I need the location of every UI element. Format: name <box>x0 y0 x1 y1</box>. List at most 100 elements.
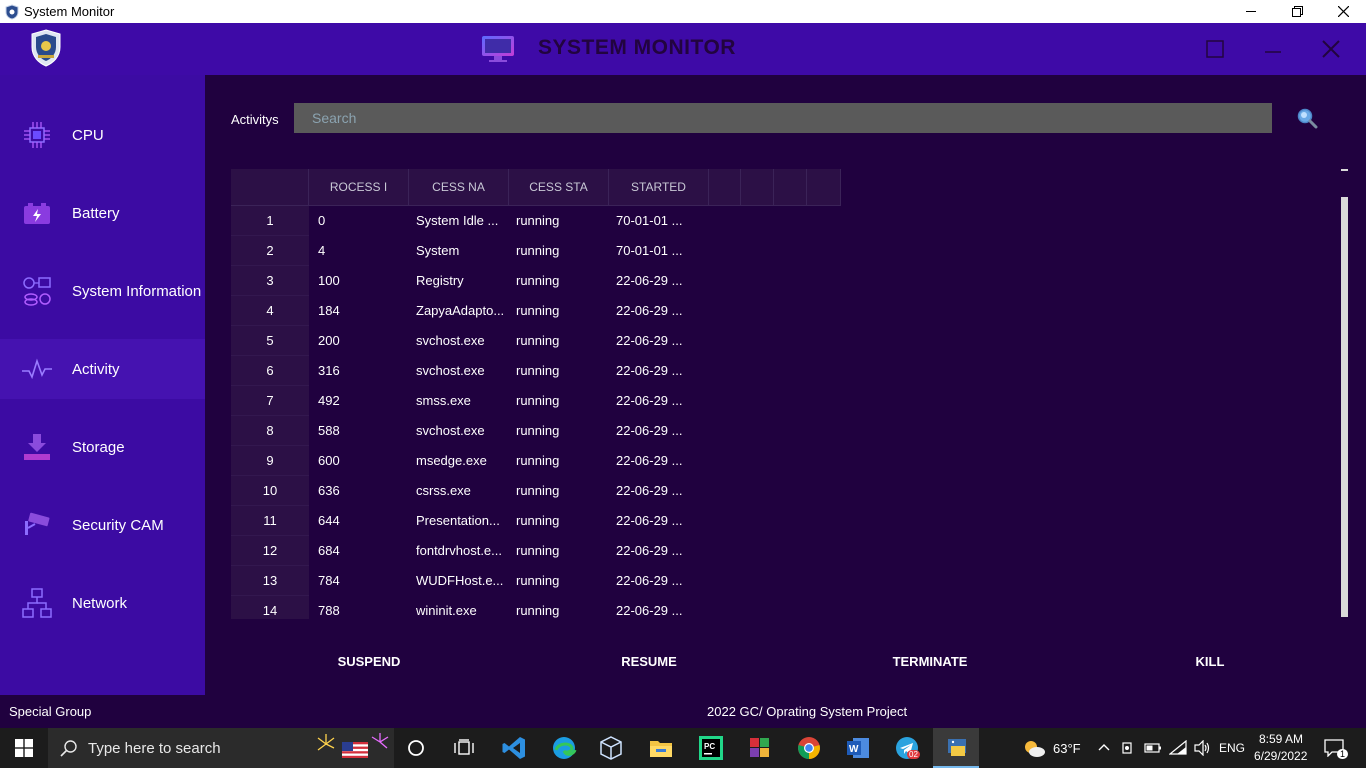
start-button[interactable] <box>0 728 48 768</box>
cell-name: Presentation... <box>416 513 500 528</box>
cell-started: 22-06-29 ... <box>616 273 683 288</box>
cell-pid: 788 <box>318 603 340 618</box>
search-icon <box>60 740 77 757</box>
row-number: 10 <box>231 476 309 506</box>
scrollbar-thumb[interactable] <box>1341 197 1348 617</box>
sidebar-item-activity[interactable]: Activity <box>0 339 205 399</box>
table-row[interactable]: 10 636 csrss.exe running 22-06-29 ... <box>231 476 841 506</box>
vscode-icon <box>502 737 525 759</box>
row-number: 5 <box>231 326 309 356</box>
table-row[interactable]: 2 4 System running 70-01-01 ... <box>231 236 841 266</box>
table-row[interactable]: 4 184 ZapyaAdapto... running 22-06-29 ... <box>231 296 841 326</box>
cell-name: svchost.exe <box>416 363 485 378</box>
close-button[interactable] <box>1320 0 1366 23</box>
sidebar-item-battery[interactable]: Battery <box>0 183 205 243</box>
word-icon: W <box>847 738 869 758</box>
app-close-button[interactable] <box>1319 37 1343 61</box>
row-number: 4 <box>231 296 309 326</box>
cell-status: running <box>516 273 560 288</box>
column-header-extra[interactable] <box>741 169 774 206</box>
battery-status-icon[interactable] <box>1144 741 1162 755</box>
python-icon <box>948 739 966 756</box>
taskbar-search[interactable]: Type here to search <box>48 728 394 768</box>
table-row[interactable]: 5 200 svchost.exe running 22-06-29 ... <box>231 326 841 356</box>
task-view-button[interactable] <box>450 734 478 762</box>
battery-icon <box>20 196 54 230</box>
cortana-circle-icon <box>408 740 424 756</box>
task-view-icon <box>454 739 474 755</box>
table-row[interactable]: 6 316 svchost.exe running 22-06-29 ... <box>231 356 841 386</box>
cell-pid: 184 <box>318 303 340 318</box>
weather-temperature[interactable]: 63°F <box>1053 741 1081 756</box>
cell-name: System Idle ... <box>416 213 499 228</box>
table-row[interactable]: 3 100 Registry running 22-06-29 ... <box>231 266 841 296</box>
clock-time[interactable]: 8:59 AM <box>1259 732 1303 746</box>
table-row[interactable]: 14 788 wininit.exe running 22-06-29 ... <box>231 596 841 619</box>
column-header-process-name[interactable]: CESS NA <box>409 169 509 206</box>
cell-pid: 600 <box>318 453 340 468</box>
minimize-icon <box>1265 51 1281 53</box>
column-header-process-id[interactable]: ROCESS I <box>309 169 409 206</box>
suspend-button[interactable]: SUSPEND <box>330 651 408 671</box>
taskbar-app-telegram[interactable]: 02 <box>893 734 921 762</box>
sidebar-item-storage[interactable]: Storage <box>0 417 205 477</box>
window-controls <box>1228 0 1366 23</box>
table-row[interactable]: 9 600 msedge.exe running 22-06-29 ... <box>231 446 841 476</box>
sidebar-item-label: Battery <box>72 204 120 222</box>
taskbar-app-word[interactable]: W <box>844 734 872 762</box>
meet-now-icon[interactable] <box>1121 740 1135 756</box>
taskbar-app-chrome[interactable] <box>795 734 823 762</box>
table-row[interactable]: 1 0 System Idle ... running 70-01-01 ... <box>231 206 841 236</box>
speaker-volume-icon[interactable] <box>1193 740 1211 756</box>
taskbar-app-edge[interactable] <box>550 734 578 762</box>
search-icon[interactable] <box>1296 107 1318 129</box>
pycharm-icon: PC <box>699 736 723 760</box>
table-row[interactable]: 11 644 Presentation... running 22-06-29 ... <box>231 506 841 536</box>
taskbar-app-winrar[interactable] <box>746 734 774 762</box>
table-row[interactable]: 13 784 WUDFHost.e... running 22-06-29 ... <box>231 566 841 596</box>
restore-button[interactable] <box>1274 0 1320 23</box>
resume-button[interactable]: RESUME <box>610 651 688 671</box>
taskbar-app-3d-viewer[interactable] <box>597 734 625 762</box>
taskbar-app-vscode[interactable] <box>500 734 528 762</box>
sidebar-item-security-cam[interactable]: Security CAM <box>0 495 205 555</box>
minimize-button[interactable] <box>1228 0 1274 23</box>
table-row[interactable]: 8 588 svchost.exe running 22-06-29 ... <box>231 416 841 446</box>
cell-status: running <box>516 453 560 468</box>
column-header-extra[interactable] <box>709 169 741 206</box>
language-indicator[interactable]: ENG <box>1219 741 1245 755</box>
taskbar-app-file-explorer[interactable] <box>647 734 675 762</box>
sidebar-item-cpu[interactable]: CPU <box>0 105 205 165</box>
cell-started: 22-06-29 ... <box>616 393 683 408</box>
weather-sun-cloud-icon[interactable] <box>1022 738 1046 758</box>
sidebar-item-system-information[interactable]: System Information <box>0 261 205 321</box>
clock-date[interactable]: 6/29/2022 <box>1254 749 1307 763</box>
table-row[interactable]: 12 684 fontdrvhost.e... running 22-06-29 ... <box>231 536 841 566</box>
maximize-button[interactable] <box>1203 37 1227 61</box>
column-header-process-status[interactable]: CESS STA <box>509 169 609 206</box>
sidebar-item-network[interactable]: Network <box>0 573 205 633</box>
sidebar-item-label: Storage <box>72 438 125 456</box>
cell-name: fontdrvhost.e... <box>416 543 502 558</box>
kill-button[interactable]: KILL <box>1180 651 1240 671</box>
telegram-badge: 02 <box>907 750 920 759</box>
taskbar-app-python-active[interactable] <box>933 728 979 768</box>
monitor-icon <box>482 36 514 62</box>
cortana-button[interactable] <box>402 734 430 762</box>
cell-started: 22-06-29 ... <box>616 303 683 318</box>
wifi-icon[interactable] <box>1169 740 1187 756</box>
maximize-icon <box>1206 40 1224 58</box>
column-header-started[interactable]: STARTED <box>609 169 709 206</box>
cell-started: 22-06-29 ... <box>616 513 683 528</box>
cell-status: running <box>516 333 560 348</box>
table-row[interactable]: 7 492 smss.exe running 22-06-29 ... <box>231 386 841 416</box>
taskbar-app-pycharm[interactable]: PC <box>697 734 725 762</box>
row-number: 8 <box>231 416 309 446</box>
terminate-button[interactable]: TERMINATE <box>885 651 975 671</box>
chevron-up-icon[interactable] <box>1098 742 1110 752</box>
column-header-extra[interactable] <box>774 169 807 206</box>
cell-pid: 316 <box>318 363 340 378</box>
table-scrollbar[interactable] <box>1340 169 1349 619</box>
search-input[interactable] <box>294 103 1272 133</box>
app-minimize-button[interactable] <box>1261 37 1285 61</box>
